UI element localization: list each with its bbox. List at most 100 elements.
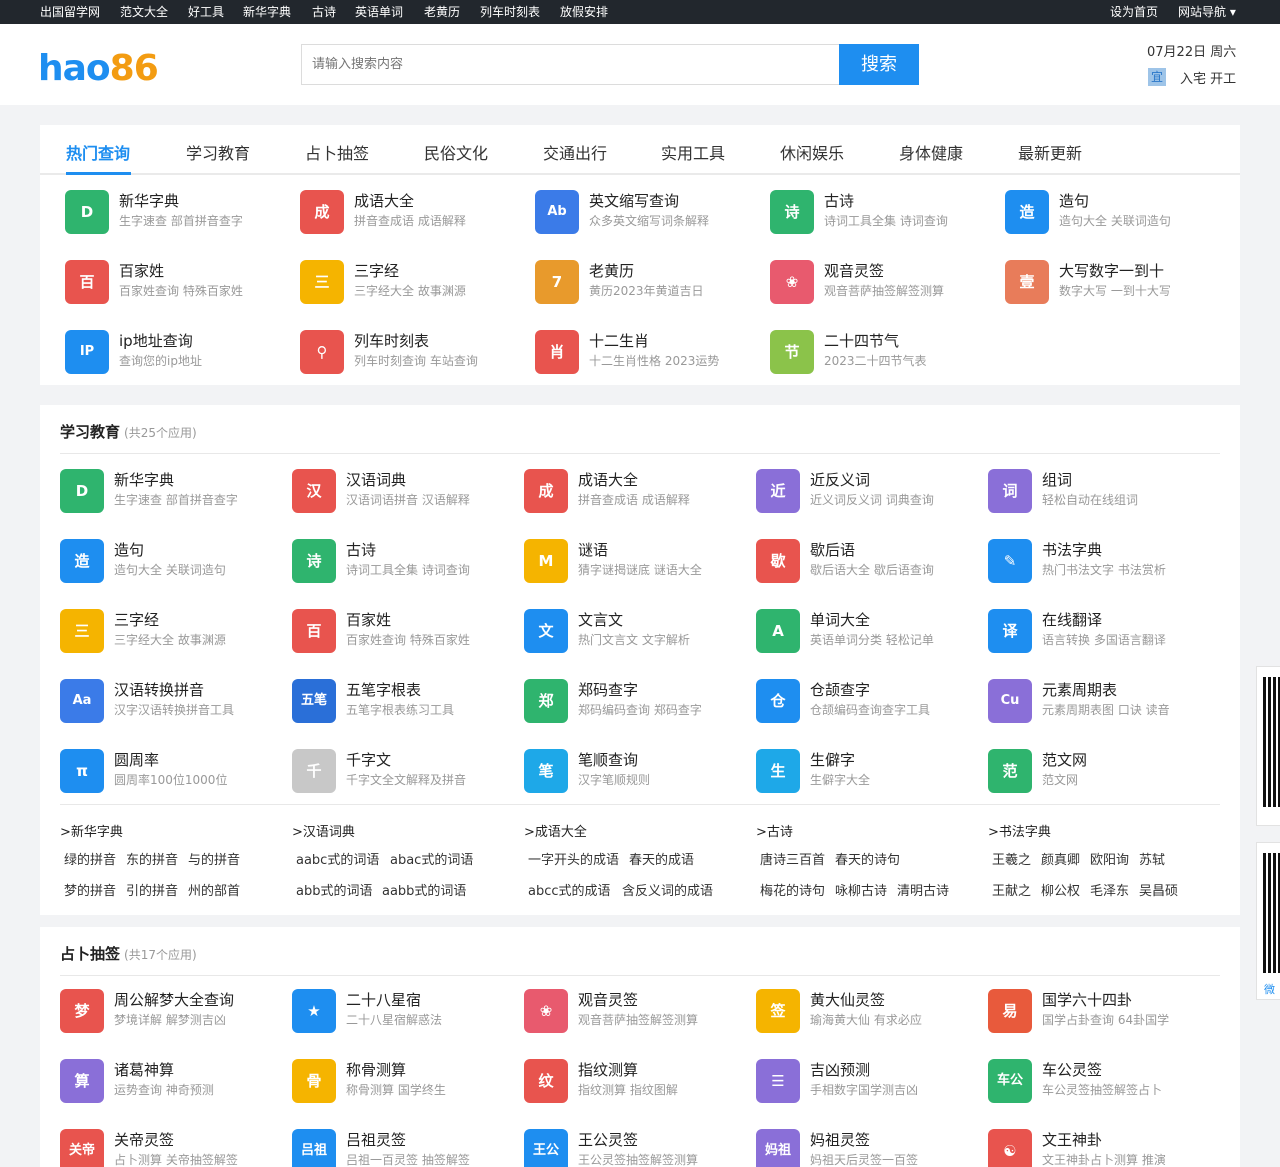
app-item[interactable]: 词组词 轻松自动在线组词: [988, 467, 1218, 515]
tab-4[interactable]: 交通出行: [543, 140, 607, 164]
qr-panel-app[interactable]: [1256, 666, 1280, 826]
link-item[interactable]: aabc式的词语: [296, 849, 379, 868]
app-item[interactable]: ❀ 观音灵签 观音菩萨抽签解签测算: [770, 258, 1000, 306]
app-item[interactable]: 王公 王公灵签 王公灵签抽签解签测算: [524, 1127, 754, 1167]
app-item[interactable]: 百百家姓 百家姓查询 特殊百家姓: [65, 258, 295, 306]
link-item[interactable]: 一字开头的成语: [528, 849, 619, 868]
app-item[interactable]: D 新华字典 生字速查 部首拼音查字: [65, 188, 295, 236]
link-item[interactable]: 春天的诗句: [835, 849, 900, 868]
link-item[interactable]: 咏柳古诗: [835, 880, 887, 899]
app-item[interactable]: ✎ 书法字典 热门书法文字 书法赏析: [988, 537, 1218, 585]
app-item[interactable]: 近近反义词 近义词反义词 词典查询: [756, 467, 986, 515]
app-item[interactable]: 成成语大全 拼音查成语 成语解释: [524, 467, 754, 515]
app-item[interactable]: π 圆周率 圆周率100位1000位: [60, 747, 290, 795]
link-group-title[interactable]: >新华字典: [60, 821, 123, 840]
app-item[interactable]: 节二十四节气 2023二十四节气表: [770, 328, 1000, 376]
link-item[interactable]: 梅花的诗句: [760, 880, 825, 899]
app-item[interactable]: D 新华字典 生字速查 部首拼音查字: [60, 467, 290, 515]
app-item[interactable]: Cu 元素周期表 元素周期表图 口诀 读音: [988, 677, 1218, 725]
tab-6[interactable]: 休闲娱乐: [780, 140, 844, 164]
link-item[interactable]: 王献之: [992, 880, 1031, 899]
tab-2[interactable]: 占卜抽签: [305, 140, 369, 164]
topbar-link[interactable]: 英语单词: [355, 5, 403, 19]
app-item[interactable]: 千千字文 千字文全文解释及拼音: [292, 747, 522, 795]
qr-panel-wechat[interactable]: 微: [1256, 842, 1280, 1000]
app-item[interactable]: 范范文网 范文网: [988, 747, 1218, 795]
app-item[interactable]: 签黄大仙灵签 瑜海黄大仙 有求必应: [756, 987, 986, 1035]
app-item[interactable]: ★ 二十八星宿 二十八星宿解惑法: [292, 987, 522, 1035]
app-item[interactable]: 成成语大全 拼音查成语 成语解释: [300, 188, 530, 236]
app-item[interactable]: 笔笔顺查询 汉字笔顺规则: [524, 747, 754, 795]
app-item[interactable]: 歇歇后语 歇后语大全 歇后语查询: [756, 537, 986, 585]
link-item[interactable]: 苏轼: [1139, 849, 1165, 868]
app-item[interactable]: 诗古诗 诗词工具全集 诗词查询: [292, 537, 522, 585]
link-item[interactable]: 东的拼音: [126, 849, 178, 868]
topbar-link[interactable]: 列车时刻表: [480, 5, 540, 19]
app-item[interactable]: 吕祖 吕祖灵签 吕祖一百灵签 抽签解签: [292, 1127, 522, 1167]
app-item[interactable]: 诗古诗 诗词工具全集 诗词查询: [770, 188, 1000, 236]
link-item[interactable]: 州的部首: [188, 880, 240, 899]
app-item[interactable]: ❀ 观音灵签 观音菩萨抽签解签测算: [524, 987, 754, 1035]
tab-1[interactable]: 学习教育: [186, 140, 250, 164]
link-item[interactable]: 吴昌硕: [1139, 880, 1178, 899]
link-item[interactable]: 绿的拼音: [64, 849, 116, 868]
tab-5[interactable]: 实用工具: [661, 140, 725, 164]
app-item[interactable]: ☯ 文王神卦 文王神卦占卜测算 推演: [988, 1127, 1218, 1167]
link-item[interactable]: 春天的成语: [629, 849, 694, 868]
app-item[interactable]: 车公 车公灵签 车公灵签抽签解签占卜: [988, 1057, 1218, 1105]
tab-3[interactable]: 民俗文化: [424, 140, 488, 164]
app-item[interactable]: 骨称骨测算 称骨测算 国学终生: [292, 1057, 522, 1105]
link-item[interactable]: 引的拼音: [126, 880, 178, 899]
link-item[interactable]: abac式的词语: [390, 849, 473, 868]
link-group-title[interactable]: >汉语词典: [292, 821, 355, 840]
app-item[interactable]: 算诸葛神算 运势查询 神奇预测: [60, 1057, 290, 1105]
link-item[interactable]: 王羲之: [992, 849, 1031, 868]
app-item[interactable]: 汉汉语词典 汉语词语拼音 汉语解释: [292, 467, 522, 515]
link-group-title[interactable]: >书法字典: [988, 821, 1051, 840]
tab-0[interactable]: 热门查询: [66, 140, 130, 164]
link-group-title[interactable]: >古诗: [756, 821, 793, 840]
topbar-link[interactable]: 新华字典: [243, 5, 291, 19]
app-item[interactable]: 纹指纹测算 指纹测算 指纹图解: [524, 1057, 754, 1105]
link-item[interactable]: 梦的拼音: [64, 880, 116, 899]
link-item[interactable]: aabb式的词语: [382, 880, 466, 899]
topbar-link[interactable]: 放假安排: [560, 5, 608, 19]
topbar-set-home-link[interactable]: 设为首页: [1110, 5, 1158, 19]
tab-8[interactable]: 最新更新: [1018, 140, 1082, 164]
topbar-link[interactable]: 出国留学网: [40, 5, 100, 19]
app-item[interactable]: 生生僻字 生僻字大全: [756, 747, 986, 795]
link-item[interactable]: abb式的词语: [296, 880, 372, 899]
app-item[interactable]: 造造句 造句大全 关联词造句: [60, 537, 290, 585]
app-item[interactable]: 7 老黄历 黄历2023年黄道吉日: [535, 258, 765, 306]
link-item[interactable]: 柳公权: [1041, 880, 1080, 899]
topbar-link[interactable]: 范文大全: [120, 5, 168, 19]
app-item[interactable]: 妈祖 妈祖灵签 妈祖天后灵签一百签: [756, 1127, 986, 1167]
logo[interactable]: hao86: [38, 51, 159, 87]
app-item[interactable]: A 单词大全 英语单词分类 轻松记单: [756, 607, 986, 655]
app-item[interactable]: 五笔 五笔字根表 五笔字根表练习工具: [292, 677, 522, 725]
app-item[interactable]: 三三字经 三字经大全 故事渊源: [60, 607, 290, 655]
topbar-link[interactable]: 老黄历: [424, 5, 460, 19]
link-group-title[interactable]: >成语大全: [524, 821, 587, 840]
app-item[interactable]: M 谜语 猜字谜揭谜底 谜语大全: [524, 537, 754, 585]
app-item[interactable]: 译在线翻译 语言转换 多国语言翻译: [988, 607, 1218, 655]
link-item[interactable]: 清明古诗: [897, 880, 949, 899]
app-item[interactable]: 仓仓颉查字 仓颉编码查询查字工具: [756, 677, 986, 725]
search-button[interactable]: 搜索: [839, 44, 919, 85]
app-item[interactable]: IP ip地址查询 查询您的ip地址: [65, 328, 295, 376]
app-item[interactable]: 易国学六十四卦 国学占卦查询 64卦国学: [988, 987, 1218, 1035]
link-item[interactable]: 唐诗三百首: [760, 849, 825, 868]
app-item[interactable]: 三三字经 三字经大全 故事渊源: [300, 258, 530, 306]
tab-7[interactable]: 身体健康: [899, 140, 963, 164]
topbar-link[interactable]: 古诗: [312, 5, 336, 19]
search-input[interactable]: [301, 44, 839, 85]
app-item[interactable]: 壹大写数字一到十 数字大写 一到十大写: [1005, 258, 1235, 306]
app-item[interactable]: 肖十二生肖 十二生肖性格 2023运势: [535, 328, 765, 376]
app-item[interactable]: 梦周公解梦大全查询 梦境详解 解梦测吉凶: [60, 987, 290, 1035]
app-item[interactable]: 文文言文 热门文言文 文字解析: [524, 607, 754, 655]
topbar-link[interactable]: 好工具: [188, 5, 224, 19]
app-item[interactable]: 造造句 造句大全 关联词造句: [1005, 188, 1235, 236]
app-item[interactable]: Aa 汉语转换拼音 汉字汉语转换拼音工具: [60, 677, 290, 725]
app-item[interactable]: 关帝 关帝灵签 占卜测算 关帝抽签解签: [60, 1127, 290, 1167]
app-item[interactable]: Ab 英文缩写查询 众多英文缩写词条解释: [535, 188, 765, 236]
